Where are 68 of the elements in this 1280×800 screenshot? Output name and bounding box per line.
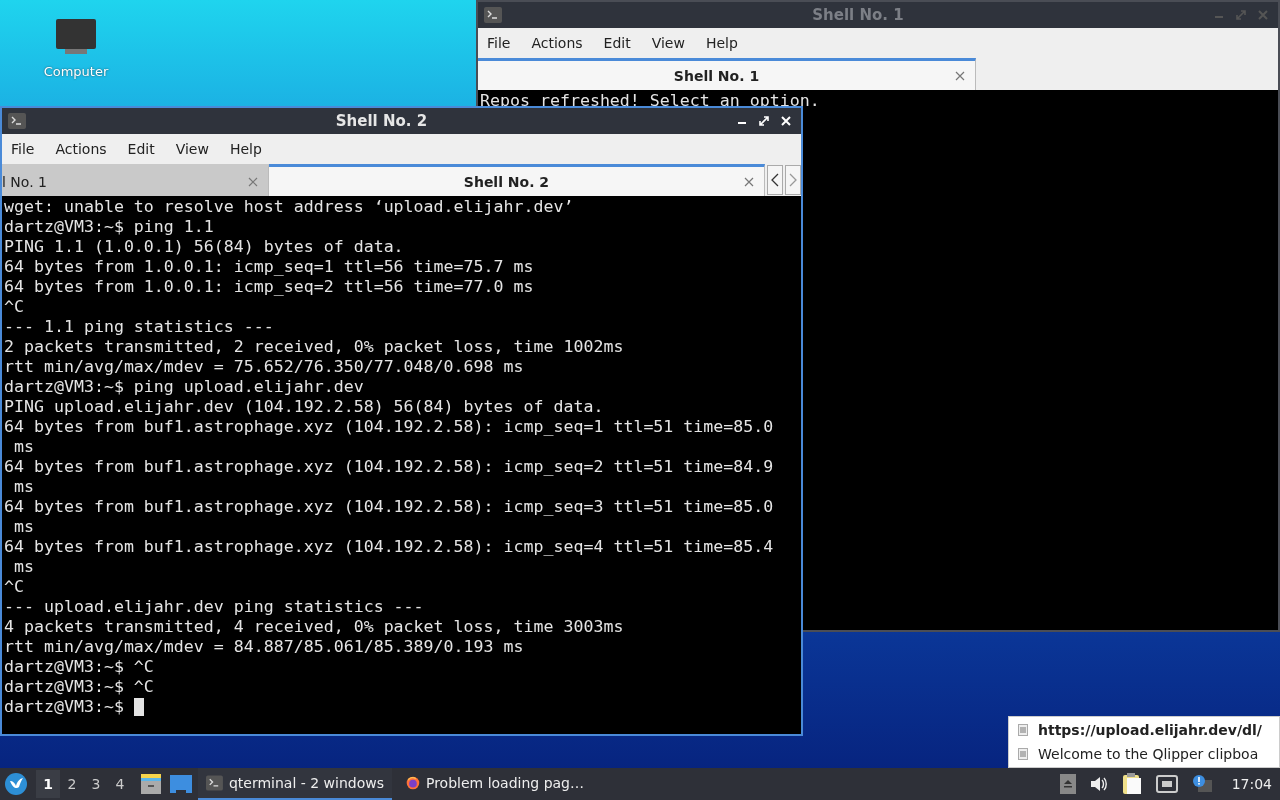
desktop-icon[interactable] (170, 775, 192, 793)
terminal-line: 64 bytes from 1.0.0.1: icmp_seq=2 ttl=56 time=77.0 ms (4, 277, 534, 297)
network-icon[interactable] (1155, 775, 1178, 793)
terminal-line: dartz@VM3:~$ ping 1.1 (4, 217, 214, 237)
terminal-icon (8, 113, 26, 129)
terminal-line: dartz@VM3:~$ (4, 697, 125, 717)
start-menu-icon[interactable] (4, 772, 28, 796)
chevron-right-icon (789, 173, 797, 187)
menu-item[interactable]: Edit (603, 35, 643, 51)
notification-icon[interactable] (1191, 774, 1214, 794)
monitor-icon[interactable] (55, 18, 97, 56)
taskbar-task[interactable]: qterminal - 2 windows (198, 768, 392, 800)
terminal-line: dartz@VM3:~$ ping upload.elijahr.dev (4, 377, 364, 397)
chevron-left-icon (771, 173, 779, 187)
terminal-line: dartz@VM3:~$ ^C (4, 677, 154, 697)
scroll-left-button[interactable] (767, 165, 783, 195)
menu-item[interactable]: View (175, 141, 221, 157)
terminal-line: dartz@VM3:~$ ^C (4, 657, 154, 677)
terminal-line: ms (13, 517, 34, 537)
terminal-line: wget: unable to resolve host address ‘upload.elijahr.dev’ (4, 197, 574, 217)
workspace-button[interactable]: 3 (84, 770, 108, 798)
menu-item[interactable]: Help (705, 35, 750, 51)
terminal-line: --- upload.elijahr.dev ping statistics --- (4, 597, 424, 617)
file-cabinet-icon[interactable] (140, 774, 162, 794)
terminal-line: ms (13, 557, 34, 577)
terminal-line: --- 1.1 ping statistics --- (4, 317, 274, 337)
terminal-line: rtt min/avg/max/mdev = 84.887/85.061/85.389/0.193 ms (4, 637, 524, 657)
clipboard-item[interactable]: Welcome to the Qlipper clipboa (1009, 742, 1279, 766)
document-icon (1018, 748, 1028, 760)
eject-icon[interactable] (1059, 774, 1076, 794)
terminal-icon (484, 7, 502, 23)
terminal-line: 64 bytes from buf1.astrophage.xyz (104.192.2.58): icmp_seq=3 ttl=51 time=85.0 (4, 497, 774, 517)
workspace-button[interactable]: 4 (108, 770, 132, 798)
terminal-line: rtt min/avg/max/mdev = 75.652/76.350/77.048/0.698 ms (4, 357, 524, 377)
menu-item[interactable]: Help (229, 141, 274, 157)
terminal-line: 4 packets transmitted, 4 received, 0% packet loss, time 3003ms (4, 617, 624, 637)
clock[interactable]: 17:04 (1231, 776, 1272, 792)
document-icon (1018, 724, 1028, 736)
window-title: Shell No. 1 (811, 6, 905, 24)
terminal-line: 64 bytes from 1.0.0.1: icmp_seq=1 ttl=56 time=75.7 ms (4, 257, 534, 277)
speaker-icon[interactable] (1089, 776, 1108, 792)
clipboard-item[interactable]: https://upload.elijahr.dev/dl/ (1009, 718, 1279, 742)
terminal-line: PING upload.elijahr.dev (104.192.2.58) 56(84) bytes of data. (4, 397, 604, 417)
window-title: Shell No. 2 (334, 112, 429, 130)
terminal-line: 64 bytes from buf1.astrophage.xyz (104.192.2.58): icmp_seq=2 ttl=51 time=84.9 (4, 457, 774, 477)
terminal-line: ms (13, 477, 34, 497)
taskbar-task[interactable]: Problem loading pag… (398, 768, 592, 800)
terminal-line: Repos refreshed! Select an option. (480, 91, 820, 111)
terminal-tab[interactable]: Shell No. 1 (478, 58, 976, 90)
workspace-button[interactable]: 2 (60, 770, 84, 798)
clipboard-icon[interactable] (1121, 773, 1142, 795)
menu-item[interactable]: Actions (531, 35, 595, 51)
menu-item[interactable]: View (651, 35, 697, 51)
terminal-line: 2 packets transmitted, 2 received, 0% packet loss, time 1002ms (4, 337, 624, 357)
terminal-tab[interactable]: Shell No. 2 (268, 164, 765, 196)
terminal-line: 64 bytes from buf1.astrophage.xyz (104.192.2.58): icmp_seq=1 ttl=51 time=85.0 (4, 417, 774, 437)
terminal-line: 64 bytes from buf1.astrophage.xyz (104.192.2.58): icmp_seq=4 ttl=51 time=85.4 (4, 537, 774, 557)
terminal-icon (206, 775, 223, 791)
menu-item[interactable]: Edit (127, 141, 167, 157)
menu-item[interactable]: File (487, 35, 523, 51)
menu-item[interactable]: File (11, 141, 47, 157)
terminal-line: PING 1.1 (1.0.0.1) 56(84) bytes of data. (4, 237, 404, 257)
menu-item[interactable]: Actions (55, 141, 119, 157)
terminal-line: ^C (4, 297, 24, 317)
terminal-line: ms (13, 437, 34, 457)
terminal-line: ^C (4, 577, 24, 597)
workspace-button[interactable]: 1 (36, 770, 60, 798)
terminal-tab[interactable]: l No. 1 (2, 164, 269, 196)
